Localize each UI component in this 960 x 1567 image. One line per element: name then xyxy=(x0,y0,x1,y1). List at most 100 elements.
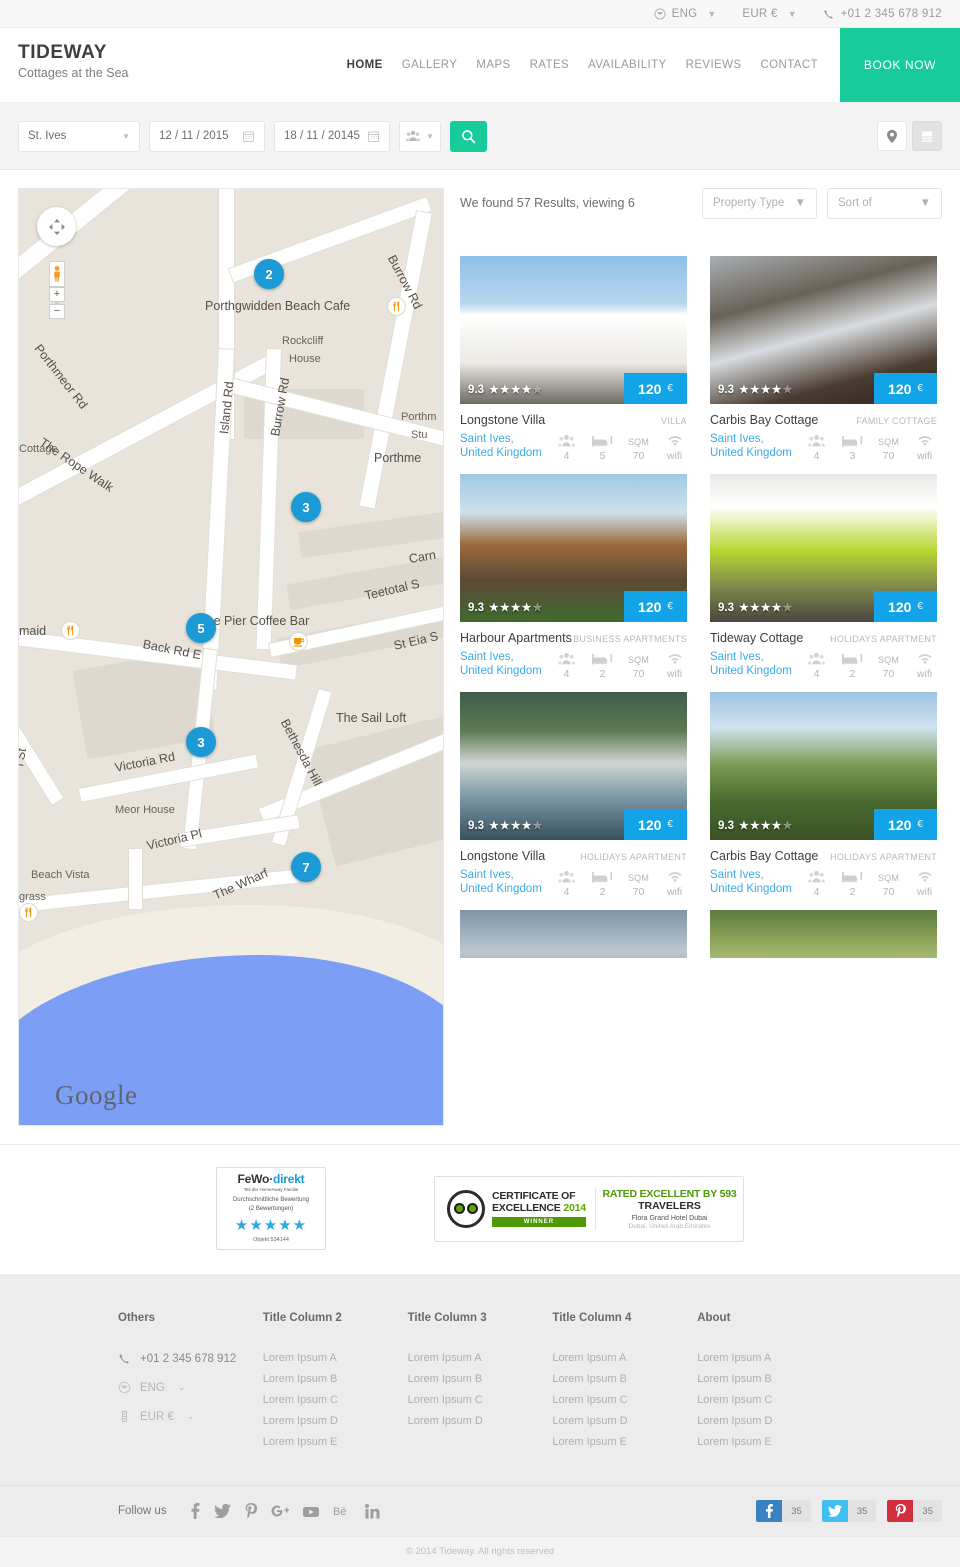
footer-link[interactable]: Lorem Ipsum E xyxy=(552,1436,697,1448)
map-zoom-out-button[interactable]: − xyxy=(49,304,65,319)
property-card[interactable]: 9.3★★★★★120€Tideway CottageHOLIDAYS APAR… xyxy=(710,474,937,680)
property-thumbnail[interactable]: 9.3★★★★★120€ xyxy=(460,910,687,958)
footer-link[interactable]: Lorem Ipsum C xyxy=(552,1394,697,1406)
footer-link[interactable]: Lorem Ipsum D xyxy=(408,1415,553,1427)
map-zoom-in-button[interactable]: + xyxy=(49,287,65,302)
property-type-select[interactable]: Property Type ▼ xyxy=(702,188,817,219)
map-cluster-pin[interactable]: 5 xyxy=(186,613,216,643)
checkin-date-input[interactable]: 12 / 11 / 2015 xyxy=(149,121,265,152)
footer-link[interactable]: Lorem Ipsum A xyxy=(408,1352,553,1364)
property-card[interactable]: 9.3★★★★★120€Longstone VillaHOLIDAYS APAR… xyxy=(460,692,687,898)
footer-link[interactable]: Lorem Ipsum D xyxy=(263,1415,408,1427)
map-pan-control[interactable] xyxy=(37,207,76,246)
tripadvisor-badge[interactable]: CERTIFICATE OF EXCELLENCE 2014 WINNER RA… xyxy=(434,1176,744,1242)
property-card[interactable]: 9.3★★★★★120€Carbis Bay CottageHOLIDAYS A… xyxy=(710,692,937,898)
restaurant-icon[interactable] xyxy=(19,903,38,922)
property-thumbnail[interactable]: 9.3★★★★★120€ xyxy=(460,256,687,404)
map-cluster-pin[interactable]: 3 xyxy=(186,727,216,757)
nav-item-contact[interactable]: CONTACT xyxy=(760,59,818,71)
phone-contact[interactable]: +01 2 345 678 912 xyxy=(823,8,942,20)
fewo-direkt-badge[interactable]: FeWo·direkt Teil der HomeAway Familie Du… xyxy=(216,1167,326,1250)
footer-link[interactable]: Lorem Ipsum C xyxy=(263,1394,408,1406)
location-select[interactable]: St. Ives ▼ xyxy=(18,121,140,152)
youtube-icon[interactable] xyxy=(303,1505,319,1518)
property-title: Longstone Villa xyxy=(460,849,545,863)
map-cluster-pin[interactable]: 7 xyxy=(291,852,321,882)
property-location[interactable]: Saint Ives,United Kingdom xyxy=(710,868,792,897)
map-view-button[interactable] xyxy=(877,121,907,151)
restaurant-icon[interactable] xyxy=(387,297,406,316)
currency-selector[interactable]: EUR € ▼ xyxy=(742,8,796,20)
property-type-label: FAMILY COTTAGE xyxy=(856,416,937,426)
footer-link[interactable]: Lorem Ipsum C xyxy=(408,1394,553,1406)
book-now-button[interactable]: BOOK NOW xyxy=(840,28,960,102)
footer-link[interactable]: Lorem Ipsum B xyxy=(263,1373,408,1385)
map-cluster-pin[interactable]: 2 xyxy=(254,259,284,289)
property-card[interactable]: 9.3★★★★★120€Carbis Bay CottageFAMILY COT… xyxy=(710,256,937,462)
nav-item-rates[interactable]: RATES xyxy=(530,59,570,71)
property-card[interactable]: 9.3★★★★★120€Harbour ApartmentsBUSINESS A… xyxy=(460,474,687,680)
cert-line2-text: EXCELLENCE xyxy=(492,1202,561,1214)
map-cluster-pin[interactable]: 3 xyxy=(291,492,321,522)
property-card[interactable]: 9.3★★★★★120€ xyxy=(710,910,937,958)
results-map[interactable]: Porthgwidden Beach CafeBurrow RdRockclif… xyxy=(18,188,444,1126)
nav-item-gallery[interactable]: GALLERY xyxy=(402,59,458,71)
property-thumbnail[interactable]: 9.3★★★★★120€ xyxy=(710,474,937,622)
footer-links-about: Lorem Ipsum A Lorem Ipsum B Lorem Ipsum C L… xyxy=(697,1352,842,1448)
property-thumbnail[interactable]: 9.3★★★★★120€ xyxy=(460,692,687,840)
property-thumbnail[interactable]: 9.3★★★★★120€ xyxy=(710,256,937,404)
linkedin-icon[interactable] xyxy=(365,1504,380,1519)
footer-currency[interactable]: EUR € ⌄ xyxy=(118,1410,263,1423)
property-card[interactable]: 9.3★★★★★120€Longstone VillaVILLASaint Iv… xyxy=(460,256,687,462)
map-street-label: Meor House xyxy=(115,804,175,816)
share-button-pinterest[interactable]: 35 xyxy=(887,1500,942,1522)
footer-link[interactable]: Lorem Ipsum A xyxy=(263,1352,408,1364)
footer-link[interactable]: Lorem Ipsum B xyxy=(697,1373,842,1385)
checkout-date-input[interactable]: 18 / 11 / 20145 xyxy=(274,121,390,152)
behance-icon[interactable]: Bē xyxy=(333,1505,351,1517)
street-view-pegman-icon[interactable] xyxy=(49,261,65,287)
property-location[interactable]: Saint Ives,United Kingdom xyxy=(460,650,542,679)
footer-link[interactable]: Lorem Ipsum E xyxy=(263,1436,408,1448)
footer-link[interactable]: Lorem Ipsum D xyxy=(697,1415,842,1427)
language-selector[interactable]: ENG ▼ xyxy=(654,8,717,20)
footer-link[interactable]: Lorem Ipsum A xyxy=(552,1352,697,1364)
property-location[interactable]: Saint Ives,United Kingdom xyxy=(460,432,542,461)
guests-select[interactable]: ▼ xyxy=(399,121,441,152)
footer-link[interactable]: Lorem Ipsum A xyxy=(697,1352,842,1364)
nav-item-reviews[interactable]: REVIEWS xyxy=(686,59,742,71)
property-location[interactable]: Saint Ives,United Kingdom xyxy=(710,432,792,461)
cafe-icon[interactable] xyxy=(289,632,308,651)
twitter-icon[interactable] xyxy=(214,1504,231,1518)
footer-link[interactable]: Lorem Ipsum D xyxy=(552,1415,697,1427)
pinterest-icon[interactable] xyxy=(245,1503,257,1519)
sort-select[interactable]: Sort of ▼ xyxy=(827,188,942,219)
restaurant-icon[interactable] xyxy=(61,621,80,640)
property-thumbnail[interactable]: 9.3★★★★★120€ xyxy=(710,692,937,840)
brand-logo[interactable]: TIDEWAY Cottages at the Sea xyxy=(0,28,330,102)
list-view-button[interactable] xyxy=(912,121,942,151)
footer-language[interactable]: ENG ⌄ xyxy=(118,1381,263,1394)
map-zoom-control[interactable]: + − xyxy=(49,261,65,319)
search-button[interactable] xyxy=(450,121,487,152)
facebook-icon[interactable] xyxy=(191,1503,200,1519)
property-thumbnail[interactable]: 9.3★★★★★120€ xyxy=(710,910,937,958)
footer-link[interactable]: Lorem Ipsum E xyxy=(697,1436,842,1448)
nav-item-maps[interactable]: MAPS xyxy=(476,59,510,71)
search-bar: St. Ives ▼ 12 / 11 / 2015 18 / 11 / 2014… xyxy=(0,103,960,170)
footer-link[interactable]: Lorem Ipsum B xyxy=(408,1373,553,1385)
property-title: Longstone Villa xyxy=(460,413,545,427)
footer-link[interactable]: Lorem Ipsum B xyxy=(552,1373,697,1385)
property-body: Saint Ives,United Kingdom42SQM70wifi xyxy=(460,868,687,898)
property-location[interactable]: Saint Ives,United Kingdom xyxy=(710,650,792,679)
property-thumbnail[interactable]: 9.3★★★★★120€ xyxy=(460,474,687,622)
property-card[interactable]: 9.3★★★★★120€ xyxy=(460,910,687,958)
footer-phone[interactable]: +01 2 345 678 912 xyxy=(118,1352,263,1365)
nav-item-availability[interactable]: AVAILABILITY xyxy=(588,59,667,71)
share-button-twitter[interactable]: 35 xyxy=(822,1500,877,1522)
footer-link[interactable]: Lorem Ipsum C xyxy=(697,1394,842,1406)
nav-item-home[interactable]: HOME xyxy=(347,59,383,71)
property-location[interactable]: Saint Ives,United Kingdom xyxy=(460,868,542,897)
share-button-facebook[interactable]: 35 xyxy=(756,1500,811,1522)
google-plus-icon[interactable] xyxy=(271,1504,289,1518)
